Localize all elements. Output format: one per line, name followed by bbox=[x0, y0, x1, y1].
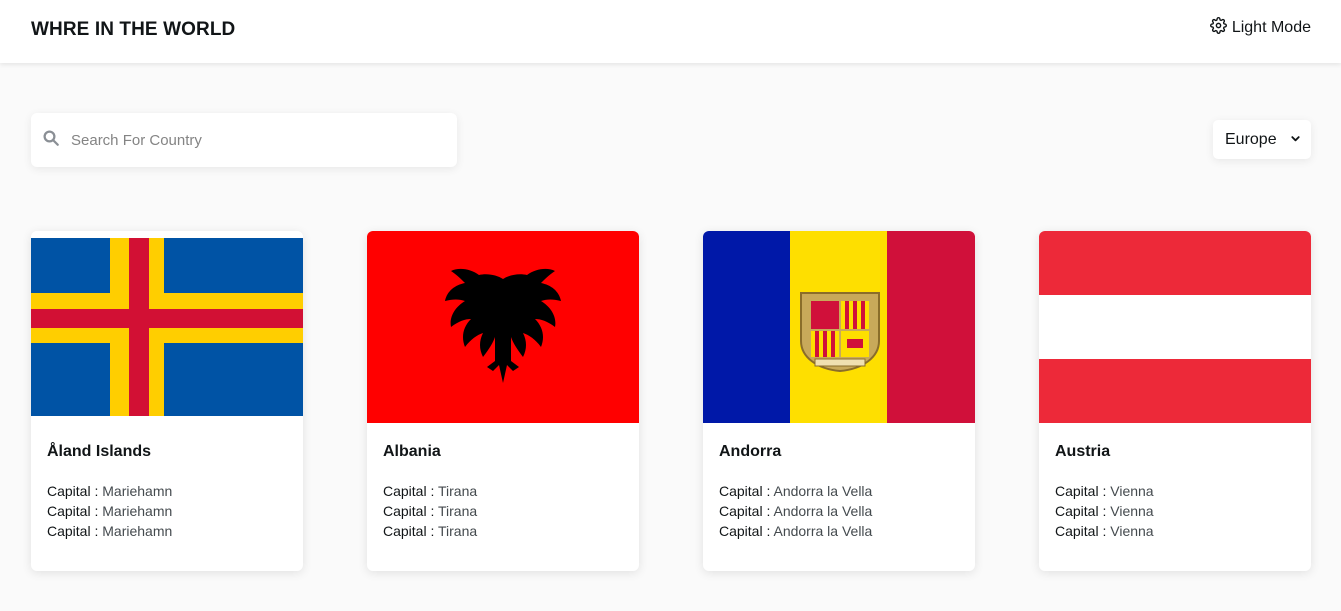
country-name: Albania bbox=[383, 443, 441, 460]
country-detail-line: Capital : Tirana bbox=[383, 503, 478, 519]
theme-toggle-label: Light Mode bbox=[1231, 19, 1311, 36]
region-filter-value: Europe bbox=[1225, 130, 1277, 148]
country-detail-line: Capital : Tirana bbox=[383, 483, 478, 499]
search-box bbox=[31, 113, 457, 167]
theme-toggle-button[interactable]: Light Mode bbox=[1209, 17, 1311, 39]
top-bar: WHRE IN THE WORLD Light Mode bbox=[0, 0, 1341, 63]
andorra-flag bbox=[703, 231, 975, 423]
country-detail-line: Capital : Andorra la Vella bbox=[719, 523, 873, 539]
country-detail-line: Capital : Vienna bbox=[1055, 523, 1154, 539]
country-detail-line: Capital : Andorra la Vella bbox=[719, 483, 873, 499]
app-title: WHRE IN THE WORLD bbox=[31, 19, 236, 40]
search-icon bbox=[42, 129, 60, 152]
country-card-andorra[interactable]: Andorra Capital : Andorra la Vella Capit… bbox=[703, 231, 975, 571]
search-input[interactable] bbox=[71, 131, 431, 149]
country-name: Åland Islands bbox=[47, 443, 152, 460]
country-card-albania[interactable]: Albania Capital : Tirana Capital : Tiran… bbox=[367, 231, 639, 571]
country-card-austria[interactable]: Austria Capital : Vienna Capital : Vienn… bbox=[1039, 231, 1311, 571]
chevron-down-icon bbox=[1290, 131, 1301, 149]
country-card-aland-islands[interactable]: Åland Islands Capital : Mariehamn Capita… bbox=[31, 231, 303, 571]
gear-icon bbox=[1209, 17, 1227, 39]
austria-flag bbox=[1039, 231, 1311, 423]
country-detail-line: Capital : Mariehamn bbox=[47, 523, 173, 539]
country-detail-line: Capital : Vienna bbox=[1055, 503, 1154, 519]
country-name: Austria bbox=[1055, 443, 1111, 460]
country-detail-line: Capital : Andorra la Vella bbox=[719, 503, 873, 519]
albania-flag bbox=[367, 231, 639, 423]
region-filter-select[interactable]: Europe bbox=[1213, 120, 1311, 159]
aland-islands-flag bbox=[31, 231, 303, 423]
country-detail-line: Capital : Tirana bbox=[383, 523, 478, 539]
country-name: Andorra bbox=[719, 443, 782, 460]
country-detail-line: Capital : Mariehamn bbox=[47, 483, 173, 499]
country-detail-line: Capital : Mariehamn bbox=[47, 503, 173, 519]
country-detail-line: Capital : Vienna bbox=[1055, 483, 1154, 499]
